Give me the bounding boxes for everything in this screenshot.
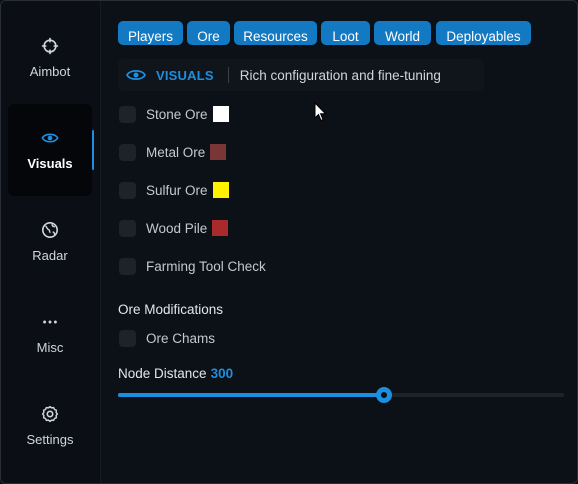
app-window: Aimbot Visuals Radar Misc Settings Playe…: [0, 0, 578, 484]
sidebar: Aimbot Visuals Radar Misc Settings: [1, 1, 101, 483]
eye-icon: [41, 133, 59, 143]
slider-thumb[interactable]: [375, 387, 392, 403]
active-indicator: [92, 130, 94, 170]
tab-resources[interactable]: Resources: [234, 21, 317, 45]
farming-tool-check-checkbox[interactable]: [119, 257, 136, 275]
option-label: Wood Pile: [146, 220, 208, 236]
eye-icon: [126, 69, 146, 81]
sulfur-ore-checkbox[interactable]: [119, 181, 136, 199]
wood-pile-color-swatch[interactable]: [212, 220, 229, 236]
option-wood-pile: Wood Pile: [119, 219, 229, 237]
slider-fill: [118, 393, 384, 397]
sidebar-item-label: Misc: [36, 340, 64, 355]
stone-ore-color-swatch[interactable]: [212, 106, 229, 122]
option-ore-chams: Ore Chams: [119, 329, 215, 347]
tab-ore[interactable]: Ore: [187, 21, 230, 45]
sidebar-item-misc[interactable]: Misc: [8, 288, 92, 380]
sidebar-item-aimbot[interactable]: Aimbot: [8, 12, 92, 104]
tab-world[interactable]: World: [374, 21, 431, 45]
crosshair-icon: [41, 37, 59, 55]
section-header: VISUALS Rich configuration and fine-tuni…: [118, 59, 484, 91]
option-metal-ore: Metal Ore: [119, 143, 227, 161]
metal-ore-checkbox[interactable]: [119, 143, 136, 161]
mouse-cursor-icon: [314, 102, 327, 122]
sidebar-item-visuals[interactable]: Visuals: [8, 104, 94, 196]
sulfur-ore-color-swatch[interactable]: [212, 182, 229, 198]
node-distance-value: 300: [210, 366, 234, 381]
option-label: Metal Ore: [146, 144, 206, 160]
gear-icon: [41, 405, 59, 423]
stone-ore-checkbox[interactable]: [119, 105, 136, 123]
slider-label-text: Node Distance: [118, 366, 207, 381]
node-distance-label: Node Distance 300: [118, 366, 233, 381]
option-label: Stone Ore: [146, 106, 208, 122]
option-label: Sulfur Ore: [146, 182, 208, 198]
tab-deployables[interactable]: Deployables: [436, 21, 531, 45]
metal-ore-color-swatch[interactable]: [210, 144, 227, 160]
option-stone-ore: Stone Ore: [119, 105, 229, 123]
sidebar-item-radar[interactable]: Radar: [8, 196, 92, 288]
option-sulfur-ore: Sulfur Ore: [119, 181, 229, 199]
wood-pile-checkbox[interactable]: [119, 219, 136, 237]
sidebar-item-label: Visuals: [27, 156, 73, 171]
option-farming-tool-check: Farming Tool Check: [119, 257, 266, 275]
option-label: Ore Chams: [146, 330, 216, 346]
sidebar-item-label: Settings: [26, 432, 74, 447]
tab-loot[interactable]: Loot: [321, 21, 370, 45]
sidebar-item-settings[interactable]: Settings: [8, 380, 92, 472]
dots-icon: [43, 320, 57, 324]
sidebar-item-label: Aimbot: [29, 64, 71, 79]
option-label: Farming Tool Check: [146, 258, 266, 274]
globe-icon: [41, 221, 59, 239]
section-title: VISUALS: [156, 67, 214, 83]
divider: [227, 67, 229, 83]
node-distance-slider[interactable]: [118, 387, 564, 403]
sidebar-item-label: Radar: [32, 248, 68, 263]
ore-chams-checkbox[interactable]: [119, 329, 136, 347]
ore-modifications-heading: Ore Modifications: [118, 302, 224, 317]
section-description: Rich configuration and fine-tuning: [239, 67, 441, 83]
tab-players[interactable]: Players: [118, 21, 183, 45]
